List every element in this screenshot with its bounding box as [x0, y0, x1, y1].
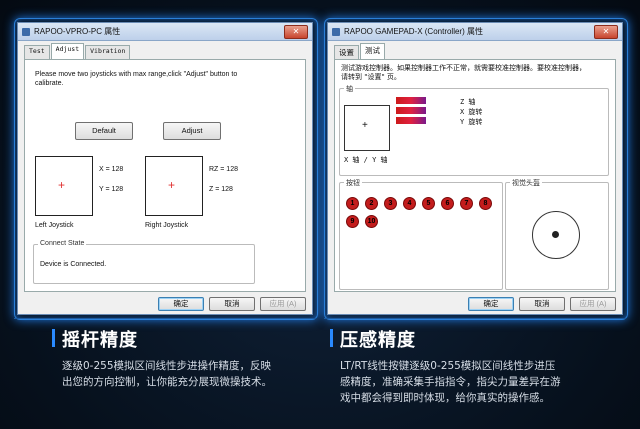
button-indicator: 7: [460, 197, 473, 210]
xy-axis-label: X 轴 / Y 轴: [344, 156, 388, 164]
cancel-button[interactable]: 取消: [519, 297, 565, 311]
adjust-panel: Please move two joysticks with max range…: [24, 59, 306, 292]
test-intro-text: 测试游戏控制器。如果控制器工作不正常，就需要校准控制器。要校准控制器，请转到 "…: [341, 64, 586, 81]
pov-group-title: 视觉头盔: [510, 178, 542, 188]
button-indicator: 6: [441, 197, 454, 210]
left-window-title: RAPOO-VPRO-PC 属性: [34, 27, 121, 36]
ok-button[interactable]: 确定: [158, 297, 204, 311]
left-accent-bar: [52, 329, 55, 347]
y-rotation-label: Y 旋转: [460, 118, 483, 126]
left-feature-title: 摇杆精度: [62, 330, 138, 351]
left-feature-text-2: 出您的方向控制，让你能充分展现微操技术。: [62, 376, 272, 388]
y-rotation-bar: [396, 117, 426, 124]
buttons-group: 按钮 1 2 3 4 5 6 7 8 9 10: [339, 178, 503, 290]
pov-center-dot: [552, 231, 559, 238]
connect-status-text: Device is Connected.: [40, 261, 107, 268]
x-rotation-bar: [396, 107, 426, 114]
left-y-value: Y = 128: [99, 186, 124, 193]
right-crosshair-icon: +: [168, 178, 176, 192]
buttons-group-title: 按钮: [344, 178, 362, 188]
connect-state-title: Connect State: [38, 240, 87, 247]
left-footer-buttons: 确定 取消 应用 (A): [158, 297, 306, 311]
cancel-button[interactable]: 取消: [209, 297, 255, 311]
left-feature-text-1: 逐级0-255模拟区间线性步进操作精度，反映: [62, 360, 272, 372]
z-axis-label: Z 轴: [460, 98, 476, 106]
tab-adjust[interactable]: Adjust: [50, 43, 85, 59]
tab-vibration[interactable]: Vibration: [85, 45, 131, 59]
apply-button[interactable]: 应用 (A): [260, 297, 306, 311]
button-indicator: 10: [365, 215, 378, 228]
button-indicator: 1: [346, 197, 359, 210]
x-rotation-label: X 旋转: [460, 108, 483, 116]
left-joystick-box: +: [35, 156, 93, 216]
tab-settings[interactable]: 设置: [334, 45, 359, 59]
right-footer-buttons: 确定 取消 应用 (A): [468, 297, 616, 311]
app-icon: [22, 27, 30, 36]
button-indicator: 5: [422, 197, 435, 210]
left-joystick-caption: Left Joystick: [35, 222, 74, 229]
xy-crosshair-icon: +: [362, 120, 368, 131]
right-feature-text-1: LT/RT线性按键逐级0-255模拟区间线性步进压: [340, 360, 556, 372]
left-x-value: X = 128: [99, 166, 124, 173]
default-button[interactable]: Default: [75, 122, 133, 140]
axis-bars: [396, 97, 426, 127]
right-titlebar: RAPOO GAMEPAD-X (Controller) 属性 ✕: [328, 23, 622, 41]
tab-test[interactable]: 测试: [360, 43, 385, 59]
right-feature-title: 压感精度: [340, 330, 416, 351]
xy-axis-box: +: [344, 105, 390, 151]
right-properties-window: RAPOO GAMEPAD-X (Controller) 属性 ✕ 设置 测试 …: [327, 22, 623, 315]
right-joystick-box: +: [145, 156, 203, 216]
z-axis-bar: [396, 97, 426, 104]
left-divider: [14, 318, 316, 319]
tab-test[interactable]: Test: [24, 45, 50, 59]
gamepad-icon: [332, 27, 340, 36]
right-feature-text-3: 戏中都会得到即时体现，给你真实的操作感。: [340, 392, 550, 404]
button-indicator: 2: [365, 197, 378, 210]
right-z-value: Z = 128: [209, 186, 233, 193]
left-titlebar: RAPOO-VPRO-PC 属性 ✕: [18, 23, 312, 41]
adjust-button[interactable]: Adjust: [163, 122, 221, 140]
left-tabs: Test Adjust Vibration: [18, 41, 312, 59]
button-indicator: 3: [384, 197, 397, 210]
right-rz-value: RZ = 128: [209, 166, 238, 173]
right-accent-bar: [330, 329, 333, 347]
left-crosshair-icon: +: [58, 178, 66, 192]
close-button[interactable]: ✕: [284, 24, 308, 39]
button-indicator: 8: [479, 197, 492, 210]
right-feature-text-2: 感精度，准确采集手指指令，指尖力量差异在游: [340, 376, 561, 388]
axis-group-title: 轴: [344, 84, 355, 94]
calibration-instructions: Please move two joysticks with max range…: [35, 71, 238, 87]
button-indicator: 4: [403, 197, 416, 210]
pov-hat-indicator: [532, 211, 580, 259]
right-divider: [324, 318, 626, 319]
left-properties-window: RAPOO-VPRO-PC 属性 ✕ Test Adjust Vibration…: [17, 22, 313, 315]
right-tabs: 设置 测试: [328, 41, 622, 59]
close-button[interactable]: ✕: [594, 24, 618, 39]
axis-group: 轴 + X 轴 / Y 轴 Z 轴 X 旋转 Y 旋转: [339, 84, 609, 176]
right-joystick-caption: Right Joystick: [145, 222, 189, 229]
ok-button[interactable]: 确定: [468, 297, 514, 311]
apply-button[interactable]: 应用 (A): [570, 297, 616, 311]
test-panel: 测试游戏控制器。如果控制器工作不正常，就需要校准控制器。要校准控制器，请转到 "…: [334, 59, 616, 292]
pov-group: 视觉头盔: [505, 178, 609, 290]
button-indicator: 9: [346, 215, 359, 228]
connect-state-group: Connect State Device is Connected.: [33, 240, 255, 284]
right-window-title: RAPOO GAMEPAD-X (Controller) 属性: [344, 27, 483, 36]
